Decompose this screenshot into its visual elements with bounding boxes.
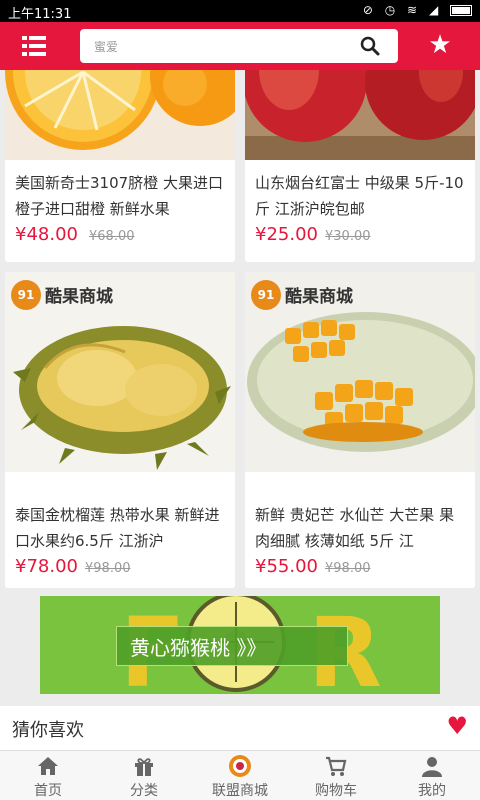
product-old-price: ¥98.00 bbox=[85, 561, 131, 576]
product-image-mango: 91 酷果商城 bbox=[245, 272, 475, 472]
favorite-star-icon[interactable]: ★ bbox=[426, 30, 454, 60]
tab-label: 联盟商城 bbox=[212, 783, 268, 799]
battery-icon bbox=[450, 5, 472, 16]
product-old-price: ¥30.00 bbox=[325, 229, 371, 244]
product-image-apple bbox=[245, 70, 475, 160]
tab-label: 我的 bbox=[418, 783, 446, 799]
menu-icon bbox=[22, 36, 46, 40]
product-price: ¥78.00 bbox=[15, 556, 78, 577]
bottom-tab-bar: 首页 分类 联盟商城 购物车 我的 bbox=[0, 750, 480, 800]
product-image-orange bbox=[5, 70, 235, 160]
product-price: ¥25.00 bbox=[255, 224, 318, 245]
home-icon bbox=[38, 757, 58, 775]
brand-name: 酷果商城 bbox=[45, 287, 113, 307]
product-name: 泰国金枕榴莲 热带水果 新鲜进口水果约6.5斤 江浙沪 bbox=[15, 506, 220, 550]
top-header: 蜜爱 ★ bbox=[0, 22, 480, 70]
search-icon[interactable] bbox=[360, 36, 380, 56]
status-time: 上午11:31 bbox=[8, 7, 72, 22]
product-price: ¥48.00 bbox=[15, 224, 78, 245]
shop-logo-icon bbox=[229, 755, 251, 777]
tab-label: 首页 bbox=[34, 783, 62, 799]
tab-home[interactable]: 首页 bbox=[0, 751, 96, 800]
menu-button[interactable] bbox=[22, 32, 58, 60]
status-icons: ⊘ ◷ ≋ ◢ bbox=[363, 3, 472, 17]
product-name: 美国新奇士3107脐橙 大果进口橙子进口甜橙 新鲜水果 bbox=[15, 174, 223, 218]
banner-label: 黄心猕猴桃 》》 bbox=[130, 636, 267, 660]
tab-union-mall[interactable]: 联盟商城 bbox=[192, 751, 288, 800]
product-card[interactable]: 91 酷果商城 泰国金枕榴莲 热带水果 新鲜进口水果约6.5斤 江浙沪 ¥78.… bbox=[5, 272, 235, 588]
brand-name: 酷果商城 bbox=[285, 287, 353, 307]
tab-label: 购物车 bbox=[315, 783, 357, 799]
gift-icon bbox=[135, 758, 153, 776]
product-name: 山东烟台红富士 中级果 5斤-10斤 江浙沪皖包邮 bbox=[255, 174, 464, 218]
tab-mine[interactable]: 我的 bbox=[384, 751, 480, 800]
product-card[interactable]: 91 酷果商城 新鲜 贵妃芒 水仙芒 大芒果 果肉细腻 核薄如纸 5斤 江 ¥5… bbox=[245, 272, 475, 588]
brand-logo-icon: 91 bbox=[251, 280, 281, 310]
product-card[interactable]: 美国新奇士3107脐橙 大果进口橙子进口甜橙 新鲜水果 ¥48.00 ¥68.0… bbox=[5, 70, 235, 262]
product-card[interactable]: 山东烟台红富士 中级果 5斤-10斤 江浙沪皖包邮 ¥25.00 ¥30.00 bbox=[245, 70, 475, 262]
status-bar: 上午11:31 ⊘ ◷ ≋ ◢ bbox=[0, 0, 480, 22]
promo-banner[interactable]: F R 黄心猕猴桃 》》 bbox=[40, 596, 440, 694]
search-input[interactable]: 蜜爱 bbox=[80, 29, 398, 63]
heart-icon[interactable]: ♥ bbox=[446, 712, 468, 740]
product-name: 新鲜 贵妃芒 水仙芒 大芒果 果肉细腻 核薄如纸 5斤 江 bbox=[255, 506, 455, 550]
user-icon bbox=[422, 757, 442, 777]
alarm-icon: ◷ bbox=[384, 3, 400, 17]
cart-icon bbox=[326, 756, 347, 776]
product-image-durian: 91 酷果商城 bbox=[5, 272, 235, 472]
tab-category[interactable]: 分类 bbox=[96, 751, 192, 800]
recommend-section-header: 猜你喜欢 ♥ bbox=[0, 706, 480, 750]
product-price: ¥55.00 bbox=[255, 556, 318, 577]
recommend-title: 猜你喜欢 bbox=[12, 720, 84, 741]
product-list[interactable]: 美国新奇士3107脐橙 大果进口橙子进口甜橙 新鲜水果 ¥48.00 ¥68.0… bbox=[0, 70, 480, 750]
search-placeholder: 蜜爱 bbox=[94, 40, 119, 54]
product-old-price: ¥68.00 bbox=[89, 229, 135, 244]
tab-label: 分类 bbox=[130, 783, 158, 799]
mute-icon: ⊘ bbox=[362, 3, 377, 17]
signal-icon: ◢ bbox=[428, 3, 443, 17]
tab-cart[interactable]: 购物车 bbox=[288, 751, 384, 800]
product-old-price: ¥98.00 bbox=[325, 561, 371, 576]
wifi-icon: ≋ bbox=[407, 3, 422, 17]
brand-logo-icon: 91 bbox=[11, 280, 41, 310]
